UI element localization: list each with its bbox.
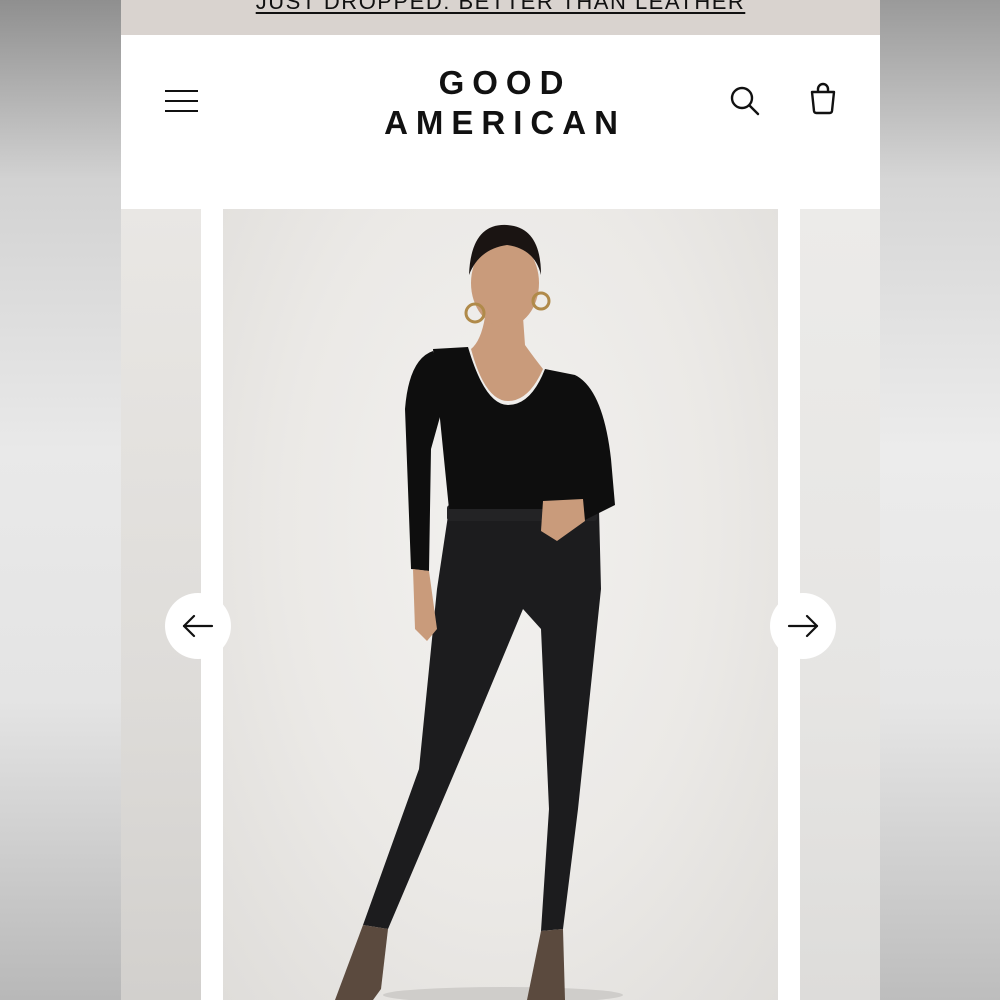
search-icon: [730, 86, 760, 116]
menu-button[interactable]: [161, 87, 201, 115]
brand-logo-line1: GOOD: [438, 64, 572, 101]
search-button[interactable]: [727, 83, 763, 119]
hamburger-menu-icon: [165, 90, 198, 92]
brand-logo-line2: AMERICAN: [384, 104, 626, 141]
cart-button[interactable]: [805, 81, 841, 117]
site-header: GOOD AMERICAN: [121, 35, 880, 209]
arrow-right-icon: [787, 614, 819, 638]
promo-link[interactable]: JUST DROPPED: BETTER THAN LEATHER: [121, 0, 880, 15]
arrow-left-icon: [182, 614, 214, 638]
product-image-carousel[interactable]: [121, 209, 880, 1000]
hamburger-menu-icon: [165, 100, 198, 102]
brand-logo[interactable]: GOOD AMERICAN: [321, 63, 681, 143]
mobile-page: JUST DROPPED: BETTER THAN LEATHER GOOD A…: [121, 0, 880, 1000]
carousel-next-button[interactable]: [770, 593, 836, 659]
carousel-prev-button[interactable]: [165, 593, 231, 659]
hamburger-menu-icon: [165, 110, 198, 112]
shopping-bag-icon: [810, 82, 836, 115]
model-figure-illustration: [335, 224, 623, 1000]
product-photo[interactable]: [223, 209, 778, 1000]
background-left: [0, 0, 121, 1000]
promo-banner[interactable]: JUST DROPPED: BETTER THAN LEATHER: [121, 0, 880, 35]
background-right: [880, 0, 1000, 1000]
